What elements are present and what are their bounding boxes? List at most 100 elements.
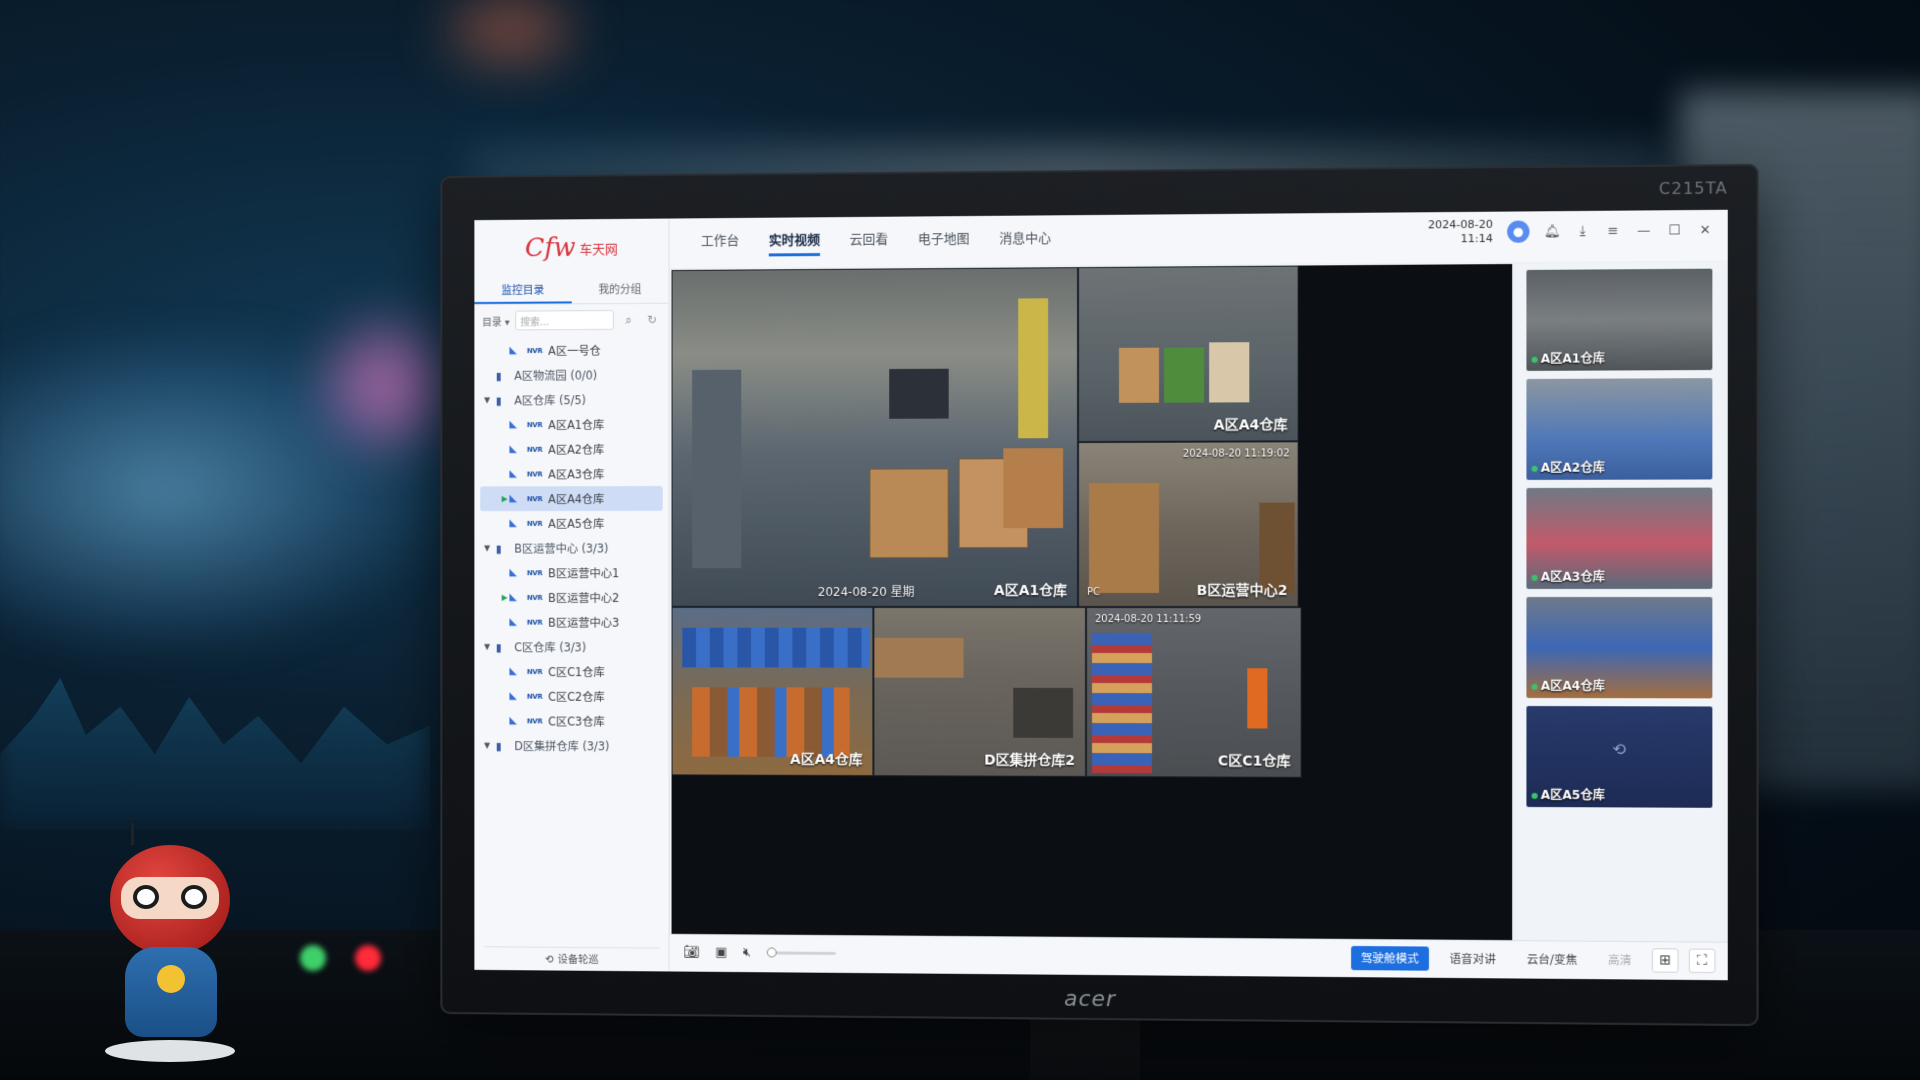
tree-camera[interactable]: ◣ NVR B区运营中心3 (480, 610, 662, 635)
video-tile[interactable]: 2024-08-20 星期 A区A1仓库 (671, 267, 1079, 607)
top-bar: 工作台 实时视频 云回看 电子地图 消息中心 2024-08-20 11:14 ● 🔔︎… (669, 209, 1728, 269)
monitor-brand-logo: acer (1063, 986, 1117, 1013)
grid-layout-icon[interactable]: ⊞ (1651, 948, 1679, 973)
video-tile[interactable]: A区A4仓库 (1078, 265, 1299, 443)
nav-tab[interactable]: 云回看 (850, 229, 889, 256)
preview-label: A区A2仓库 (1540, 460, 1605, 475)
caret-down-icon[interactable]: ▼ (484, 741, 496, 750)
camera-preview[interactable]: A区A1仓库 (1526, 268, 1713, 371)
tree-group[interactable]: ▼ ▮ B区运营中心 (3/3) (480, 536, 662, 561)
camera-icon: ◣ (509, 567, 517, 579)
nvr-badge-icon: NVR (526, 519, 543, 528)
nav-tab[interactable]: 工作台 (701, 230, 739, 257)
tree-camera[interactable]: ▶ ◣ NVR B区运营中心2 (480, 585, 662, 610)
tree-camera[interactable]: ◣ NVR A区一号仓 (480, 337, 662, 363)
caret-down-icon[interactable]: ▼ (484, 642, 496, 651)
tab-my-groups[interactable]: 我的分组 (571, 276, 668, 303)
monitor-model-label: C215TA (1658, 178, 1728, 199)
toolbar-left: 📷︎ ▣ 🔇︎ (683, 945, 836, 961)
tree-group[interactable]: ▼ ▮ C区仓库 (3/3) (480, 634, 662, 659)
folder-icon: ▮ (495, 369, 502, 383)
tile-label: D区集拼仓库2 (984, 752, 1076, 769)
tile-timestamp: 2024-08-20 星期 (817, 585, 915, 599)
preview-label: A区A5仓库 (1540, 787, 1605, 803)
camera-preview[interactable]: A区A4仓库 (1526, 597, 1713, 699)
video-tile[interactable]: A区A4仓库 (671, 606, 874, 777)
camera-preview[interactable]: A区A3仓库 (1526, 487, 1713, 589)
device-patrol-button[interactable]: ⟲ 设备轮巡 (484, 946, 660, 972)
menu-icon[interactable]: ≡ (1605, 223, 1621, 238)
mute-icon[interactable]: 🔇︎ (743, 945, 751, 960)
camera-icon: ◣ (509, 715, 517, 727)
time-text: 11:14 (1460, 231, 1493, 246)
tree-group-label: A区仓库 (5/5) (514, 392, 586, 407)
tree-camera[interactable]: ◣ NVR A区A2仓库 (480, 437, 662, 462)
record-icon[interactable]: ▣ (715, 945, 727, 960)
tree-group-label: A区物流园 (0/0) (514, 367, 598, 383)
camera-icon: ◣ (509, 419, 517, 431)
tree-group[interactable]: ▼ ▮ D区集拼仓库 (3/3) (480, 733, 662, 758)
tree-camera[interactable]: ◣ NVR C区C2仓库 (480, 684, 662, 709)
mascot-emblem (157, 965, 185, 993)
header-right: 2024-08-20 11:14 ● 🔔︎ ⤓ ≡ — ☐ ✕ (1428, 216, 1713, 247)
directory-dropdown[interactable]: 目录 ▾ (482, 313, 509, 328)
refresh-icon[interactable]: ↻ (643, 311, 661, 329)
tree-camera[interactable]: ◣ NVR A区A1仓库 (480, 412, 662, 437)
mascot-antenna (131, 823, 134, 845)
nvr-badge-icon: NVR (526, 420, 543, 429)
tree-camera[interactable]: ◣ NVR C区C3仓库 (480, 708, 662, 733)
app-logo: Cfw 车天网 (474, 219, 668, 278)
device-tree: ◣ NVR A区一号仓 ▮ A区物流园 (0/0) ▼ ▮ A区仓库 (5/5) ◣ NVR A区A… (474, 335, 668, 760)
preview-label: A区A4仓库 (1540, 678, 1605, 694)
logo-text: Cfw (525, 233, 576, 264)
nav-tab[interactable]: 实时视频 (768, 229, 821, 257)
minimize-icon[interactable]: — (1636, 223, 1652, 238)
online-status-dot (1531, 465, 1538, 472)
tree-camera[interactable]: ◣ NVR A区A3仓库 (480, 461, 662, 486)
tile-label: A区A4仓库 (790, 751, 863, 769)
tree-group[interactable]: ▼ ▮ A区仓库 (5/5) (480, 387, 662, 413)
bell-icon[interactable]: 🔔︎ (1544, 224, 1561, 239)
camera-icon: ◣ (509, 493, 517, 505)
user-avatar[interactable]: ● (1507, 220, 1530, 243)
tree-camera[interactable]: ◣ NVR B区运营中心1 (480, 560, 662, 585)
close-icon[interactable]: ✕ (1697, 223, 1713, 238)
nvr-badge-icon: NVR (526, 346, 543, 355)
tile-label: A区A1仓库 (993, 583, 1068, 599)
maximize-icon[interactable]: ☐ (1666, 223, 1682, 238)
tree-camera-label: A区一号仓 (548, 343, 601, 358)
mascot-base (105, 1040, 235, 1062)
caret-down-icon[interactable]: ▼ (484, 396, 496, 405)
hd-button[interactable]: 高清 (1598, 948, 1642, 973)
tree-camera-label: C区C3仓库 (548, 714, 605, 729)
video-tile[interactable]: D区集拼仓库2 (873, 606, 1087, 777)
nav-tab[interactable]: 电子地图 (918, 228, 970, 255)
fullscreen-icon[interactable]: ⛶ (1688, 948, 1716, 974)
camera-preview[interactable]: A区A2仓库 (1526, 378, 1713, 480)
voice-talk-button[interactable]: 语音对讲 (1439, 947, 1506, 972)
red-indicator-light (355, 945, 381, 971)
tree-camera[interactable]: ▶ ◣ NVR A区A4仓库 (480, 486, 663, 512)
cockpit-mode-button[interactable]: 驾驶舱模式 (1350, 945, 1430, 971)
camera-icon: ◣ (509, 468, 517, 480)
camera-preview[interactable]: ⟲ A区A5仓库 (1526, 706, 1713, 808)
tree-camera-label: B区运营中心1 (548, 565, 620, 580)
video-tile[interactable]: 2024-08-20 11:11:59 C区C1仓库 (1086, 606, 1302, 778)
preview-label: A区A3仓库 (1540, 569, 1605, 584)
volume-slider[interactable] (766, 947, 836, 958)
nav-tab[interactable]: 消息中心 (999, 227, 1051, 254)
bottom-toolbar: 📷︎ ▣ 🔇︎ 驾驶舱模式 语音对讲 云台/变焦 高清 ⊞ ⛶ (669, 933, 1728, 981)
video-tile[interactable]: 2024-08-20 11:19:02 PC B区运营中心2 (1078, 441, 1299, 608)
mascot-eye (133, 885, 159, 909)
tab-monitor-directory[interactable]: 监控目录 (474, 276, 572, 304)
caret-down-icon[interactable]: ▼ (484, 544, 496, 553)
search-input[interactable]: 搜索... (515, 310, 614, 331)
snapshot-icon[interactable]: 📷︎ (683, 945, 699, 960)
tree-group[interactable]: ▮ A区物流园 (0/0) (480, 362, 662, 388)
ptz-button[interactable]: 云台/变焦 (1516, 947, 1587, 972)
download-icon[interactable]: ⤓ (1574, 224, 1590, 239)
search-icon[interactable]: ⌕ (620, 311, 638, 329)
tree-camera[interactable]: ◣ NVR A区A5仓库 (480, 511, 662, 536)
volume-knob[interactable] (766, 947, 777, 958)
tree-camera[interactable]: ◣ NVR C区C1仓库 (480, 659, 662, 684)
